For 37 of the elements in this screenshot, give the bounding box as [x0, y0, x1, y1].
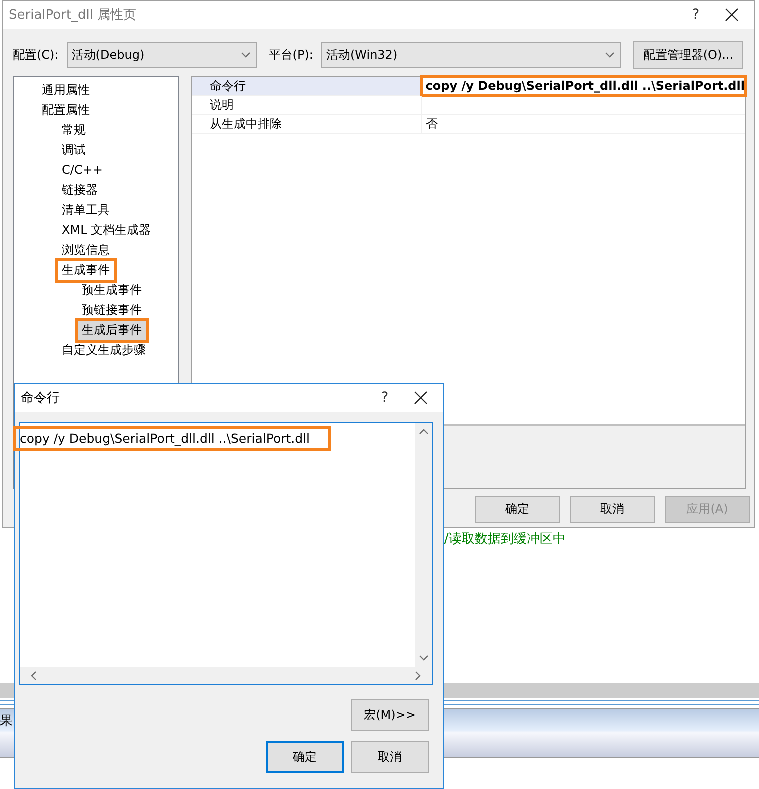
tree-item[interactable]: 生成事件 — [58, 260, 114, 280]
close-icon — [725, 8, 739, 22]
vertical-scroll-bar[interactable] — [415, 423, 432, 667]
window-title: 命令行 — [21, 390, 61, 407]
macro-button[interactable]: 宏(M)>> — [351, 699, 429, 731]
property-value[interactable]: copy /y Debug\SerialPort_dll.dll ..\SerialPort.dll — [422, 77, 745, 95]
tree-item[interactable]: 浏览信息 — [58, 240, 114, 260]
horizontal-scroll-bar[interactable] — [20, 667, 432, 684]
tree-item[interactable]: 链接器 — [58, 180, 102, 200]
config-label: 配置(C): — [13, 46, 59, 64]
tree-item[interactable]: 通用属性 — [38, 80, 94, 100]
property-name[interactable]: 命令行 — [192, 77, 422, 95]
window-title: SerialPort_dll 属性页 — [9, 7, 138, 24]
dialog-button[interactable]: 取消 — [570, 496, 655, 523]
dialog-button[interactable]: 确定 — [266, 741, 344, 773]
dialog-button[interactable]: 取消 — [351, 741, 429, 773]
tree-item[interactable]: 调试 — [58, 140, 90, 160]
tree-item[interactable]: 配置属性 — [38, 100, 94, 120]
tree-item[interactable]: 自定义生成步骤 — [58, 340, 150, 360]
platform-label: 平台(P): — [268, 46, 314, 64]
property-value[interactable]: 否 — [422, 115, 745, 133]
tree-item[interactable]: 预链接事件 — [78, 300, 146, 320]
command-text: copy /y Debug\SerialPort_dll.dll ..\SerialPort.dll — [13, 426, 331, 451]
help-button[interactable]: ? — [365, 390, 405, 406]
tree-item[interactable]: 预生成事件 — [78, 280, 146, 300]
tree-item[interactable]: 生成后事件 — [78, 320, 146, 340]
tree-item[interactable]: 清单工具 — [58, 200, 114, 220]
tree-item[interactable]: C/C++ — [58, 162, 107, 178]
tree-item[interactable]: XML 文档生成器 — [58, 220, 156, 240]
tree-item[interactable]: 常规 — [58, 120, 90, 140]
config-dropdown[interactable]: 活动(Debug) — [66, 42, 257, 68]
platform-dropdown[interactable]: 活动(Win32) — [321, 42, 622, 68]
panel-label: 果 — [0, 713, 13, 730]
help-button[interactable]: ? — [676, 7, 716, 23]
close-icon — [414, 391, 428, 405]
dialog-button[interactable]: 确定 — [475, 496, 560, 523]
config-manager-button[interactable]: 配置管理器(O)... — [633, 41, 744, 69]
